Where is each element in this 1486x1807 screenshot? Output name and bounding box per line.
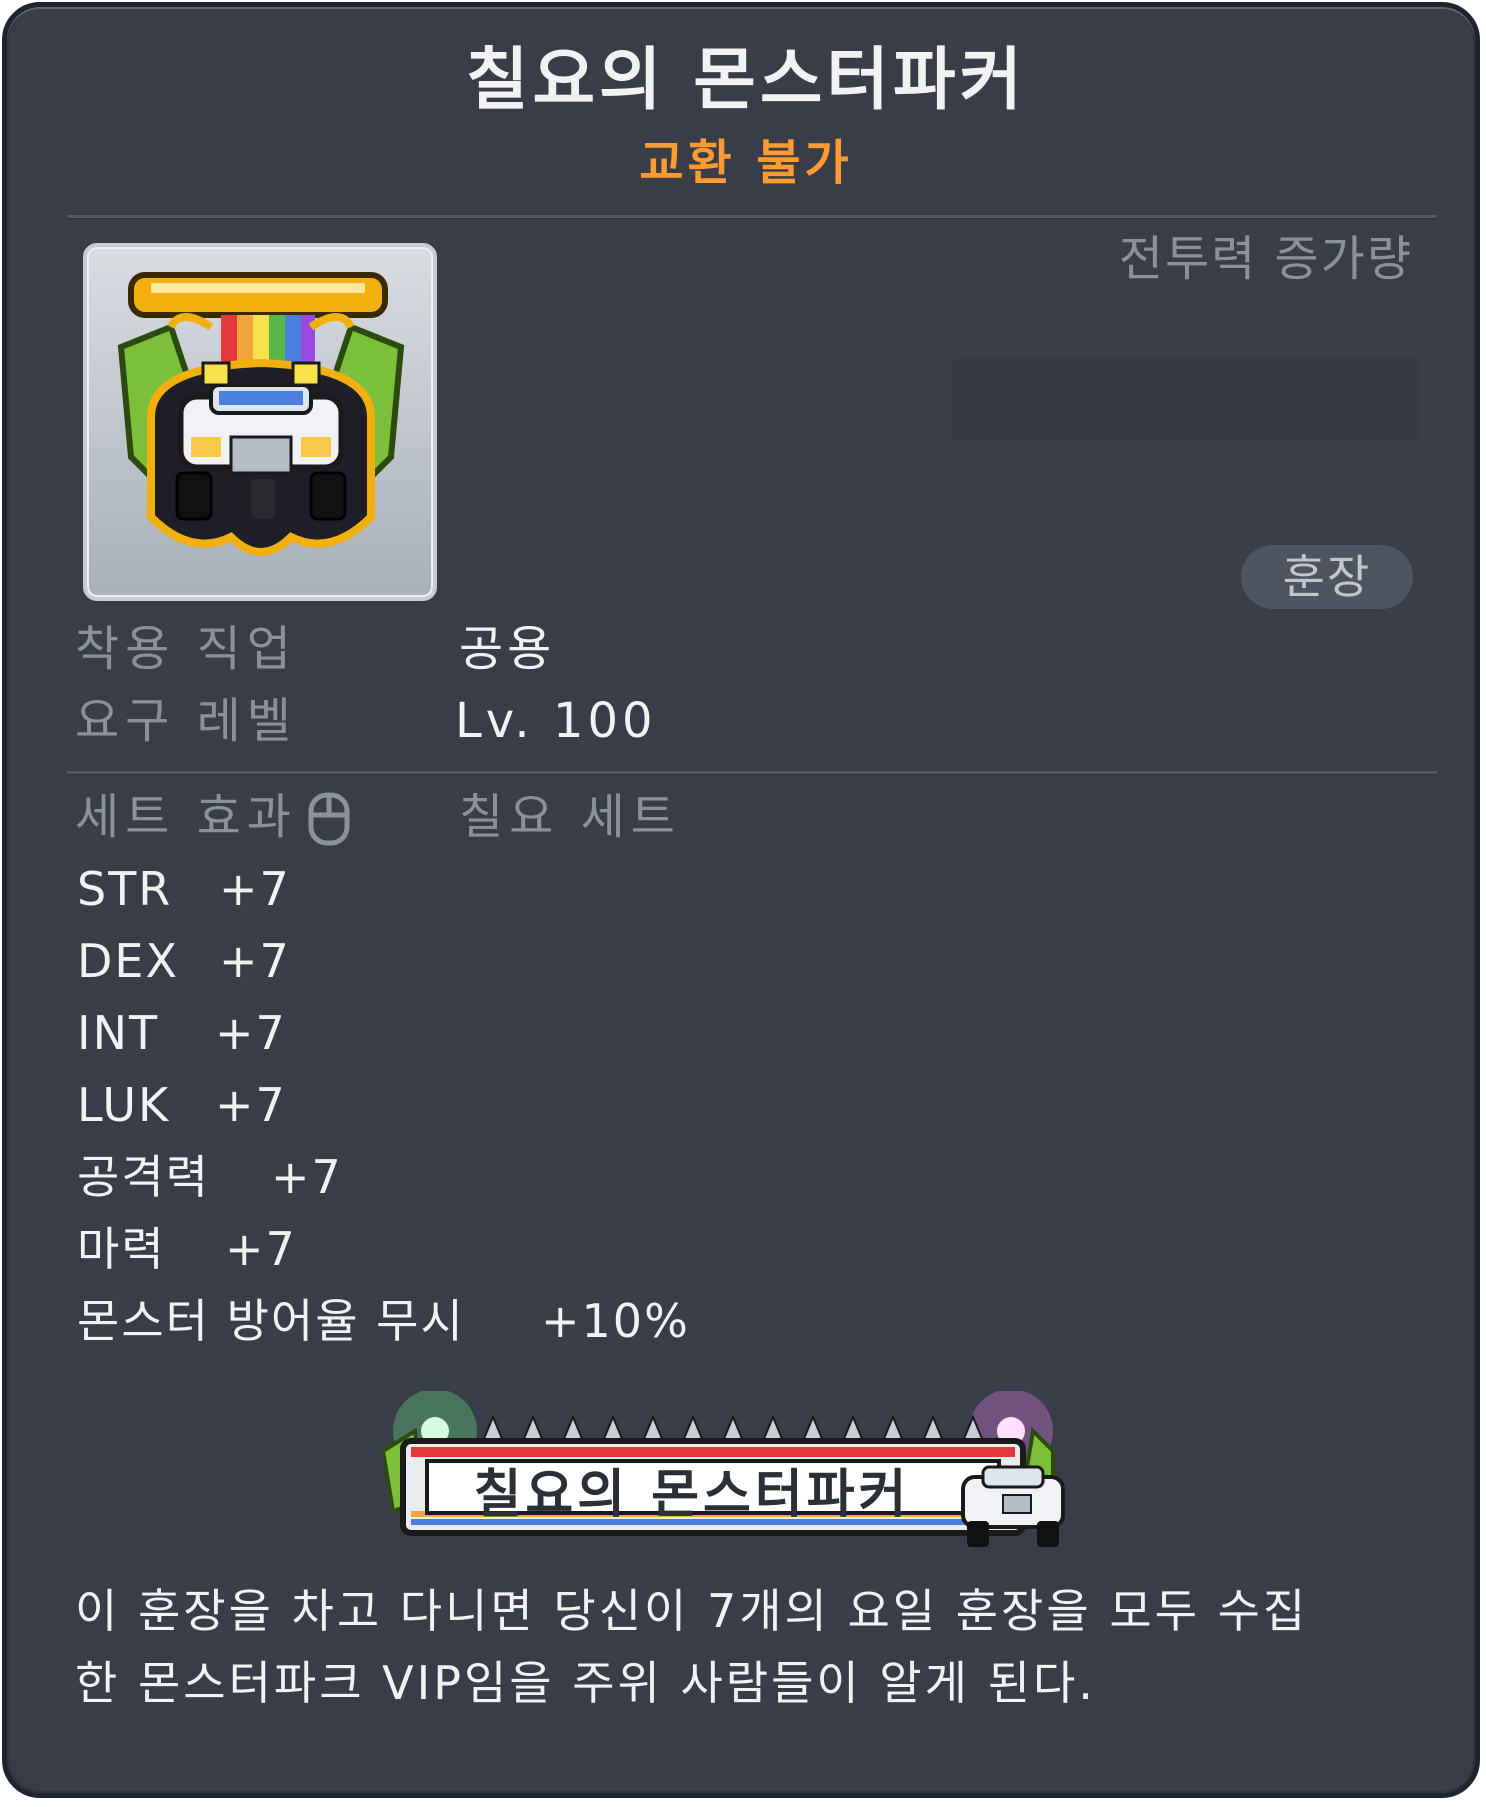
medal-banner-text: 칠요의 몬스터파커 [473,1465,911,1525]
combat-power-value-area [953,357,1419,439]
medal-badge: 훈장 [1241,545,1413,609]
stat-value: +7 [219,934,291,988]
job-value: 공용 [459,621,556,677]
stat-value: +10% [541,1294,690,1348]
level-label: 요구 레벨 [75,693,297,749]
description-line: 이 훈장을 차고 다니면 당신이 7개의 요일 훈장을 모두 수집 [75,1584,1309,1638]
stat-value: +7 [215,1078,287,1132]
stat-row-str: STR +7 [77,859,291,919]
item-name: 칠요의 몬스터파커 [465,41,1027,120]
level-value: Lv. 100 [455,693,657,749]
set-name: 칠요 세트 [459,789,681,845]
top-divider [67,215,1437,219]
job-label: 착용 직업 [75,621,297,677]
stat-row-attack: 공격력 +7 [77,1147,343,1207]
stat-row-int: INT +7 [77,1003,287,1063]
stat-value: +7 [215,1006,287,1060]
stat-name: 공격력 [77,1150,210,1204]
stat-value: +7 [271,1150,343,1204]
combat-power-label: 전투력 증가량 [1118,231,1413,287]
stat-name: 마력 [77,1222,166,1276]
item-icon-frame [83,243,437,601]
stat-name: DEX [77,934,179,988]
trade-status: 교환 불가 [639,135,853,191]
stat-row-ignore-defense: 몬스터 방어율 무시 +10% [77,1291,690,1351]
monster-parker-medal-icon [117,272,405,556]
middle-divider [67,771,1437,775]
stat-row-dex: DEX +7 [77,931,291,991]
set-effect-label: 세트 효과 [75,789,297,845]
description-line: 한 몬스터파크 VIP임을 주위 사람들이 알게 된다. [75,1656,1096,1710]
item-description: 이 훈장을 차고 다니면 당신이 7개의 요일 훈장을 모두 수집 한 몬스터파… [75,1575,1415,1719]
stat-name: STR [77,862,173,916]
stat-value: +7 [219,862,291,916]
stat-name: 몬스터 방어율 무시 [77,1294,465,1348]
mouse-icon[interactable] [307,791,351,847]
stat-name: LUK [77,1078,171,1132]
stat-row-magic: 마력 +7 [77,1219,297,1279]
stat-value: +7 [225,1222,297,1276]
stat-name: INT [77,1006,160,1060]
stat-row-luk: LUK +7 [77,1075,287,1135]
item-tooltip: 칠요의 몬스터파커 교환 불가 전투력 증가량 훈장 착용 직업 공용 요구 레… [2,2,1480,1798]
